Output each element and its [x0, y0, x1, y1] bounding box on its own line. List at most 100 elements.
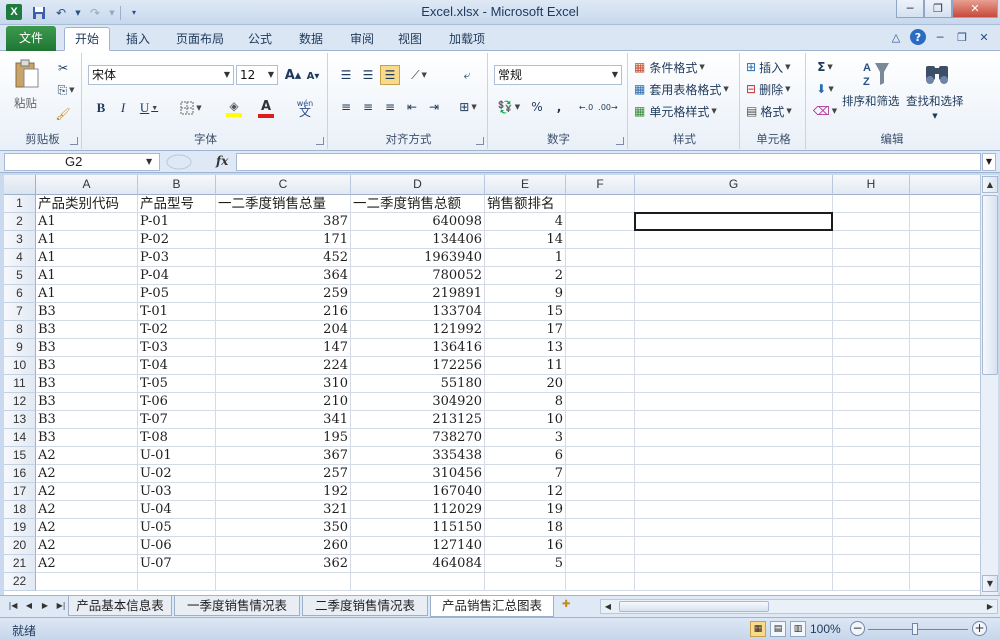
- grid-cell[interactable]: [910, 537, 980, 555]
- grid-cell[interactable]: [635, 375, 833, 393]
- grid-cell[interactable]: [833, 501, 910, 519]
- column-header-c[interactable]: C: [216, 175, 351, 195]
- table-data-cell[interactable]: A1: [36, 267, 138, 285]
- percent-style-button[interactable]: %: [528, 97, 546, 117]
- minimize-ribbon-icon[interactable]: △: [888, 29, 904, 45]
- zoom-in-icon[interactable]: +: [972, 621, 987, 636]
- column-header-b[interactable]: B: [138, 175, 216, 195]
- grid-cell[interactable]: [635, 501, 833, 519]
- bold-button[interactable]: B: [92, 99, 110, 117]
- tab-page-layout[interactable]: 页面布局: [168, 29, 232, 51]
- table-data-cell[interactable]: B3: [36, 411, 138, 429]
- grid-cell[interactable]: [833, 195, 910, 213]
- sort-filter-label[interactable]: 排序和筛选: [842, 93, 900, 109]
- grid-cell[interactable]: [566, 231, 635, 249]
- sort-filter-icon[interactable]: AZ: [858, 57, 894, 89]
- grid-cell[interactable]: [635, 483, 833, 501]
- format-as-table-button[interactable]: ▦ 套用表格格式 ▼: [634, 79, 740, 99]
- table-data-cell[interactable]: T-01: [138, 303, 216, 321]
- table-data-cell[interactable]: 310456: [351, 465, 485, 483]
- table-data-cell[interactable]: B3: [36, 321, 138, 339]
- conditional-formatting-button[interactable]: ▦ 条件格式 ▼: [634, 57, 738, 77]
- table-data-cell[interactable]: 219891: [351, 285, 485, 303]
- table-data-cell[interactable]: 6: [485, 447, 566, 465]
- grid-cell[interactable]: [566, 285, 635, 303]
- font-size-select[interactable]: 12 ▼: [236, 65, 278, 85]
- table-data-cell[interactable]: 55180: [351, 375, 485, 393]
- grid-cell[interactable]: [566, 213, 635, 231]
- column-header-i[interactable]: I: [910, 175, 980, 195]
- table-data-cell[interactable]: 171: [216, 231, 351, 249]
- table-data-cell[interactable]: 257: [216, 465, 351, 483]
- align-bottom-icon[interactable]: ☰: [380, 65, 400, 85]
- table-data-cell[interactable]: 133704: [351, 303, 485, 321]
- next-sheet-icon[interactable]: ▶: [38, 599, 52, 613]
- grid-cell[interactable]: [910, 285, 980, 303]
- row-header[interactable]: 4: [4, 249, 36, 267]
- grid-cell[interactable]: [216, 573, 351, 591]
- horizontal-scroll-thumb[interactable]: [619, 601, 769, 612]
- grid-cell[interactable]: [910, 231, 980, 249]
- row-header[interactable]: 9: [4, 339, 36, 357]
- table-data-cell[interactable]: 362: [216, 555, 351, 573]
- table-header-cell[interactable]: 一二季度销售总额: [351, 195, 485, 213]
- decrease-decimal-icon[interactable]: .00→: [598, 97, 618, 117]
- comma-style-button[interactable]: ,: [550, 97, 568, 117]
- grid-cell[interactable]: [833, 519, 910, 537]
- row-header[interactable]: 7: [4, 303, 36, 321]
- increase-indent-icon[interactable]: ⇥: [424, 97, 444, 117]
- column-header-h[interactable]: H: [833, 175, 910, 195]
- grid-cell[interactable]: [635, 213, 833, 231]
- table-data-cell[interactable]: U-06: [138, 537, 216, 555]
- orientation-icon[interactable]: ⟋ ▼: [406, 65, 432, 85]
- grid-cell[interactable]: [910, 339, 980, 357]
- tab-addins[interactable]: 加载项: [440, 29, 494, 51]
- table-data-cell[interactable]: 121992: [351, 321, 485, 339]
- table-data-cell[interactable]: 210: [216, 393, 351, 411]
- table-data-cell[interactable]: 350: [216, 519, 351, 537]
- table-data-cell[interactable]: 195: [216, 429, 351, 447]
- row-header[interactable]: 3: [4, 231, 36, 249]
- grid-cell[interactable]: [833, 339, 910, 357]
- grid-cell[interactable]: [910, 429, 980, 447]
- scroll-left-icon[interactable]: ◀: [601, 600, 615, 613]
- grid-cell[interactable]: [635, 555, 833, 573]
- grid-cell[interactable]: [833, 357, 910, 375]
- grid-cell[interactable]: [910, 447, 980, 465]
- table-data-cell[interactable]: P-01: [138, 213, 216, 231]
- grid-cell[interactable]: [833, 375, 910, 393]
- column-header-a[interactable]: A: [36, 175, 138, 195]
- find-select-icon[interactable]: [920, 57, 954, 89]
- horizontal-scrollbar[interactable]: ◀ ▶: [600, 599, 998, 614]
- grid-cell[interactable]: [833, 303, 910, 321]
- grow-font-button[interactable]: A ▴: [284, 65, 302, 85]
- help-icon[interactable]: ?: [910, 29, 926, 45]
- grid-cell[interactable]: [910, 573, 980, 591]
- insert-function-button[interactable]: fx: [216, 154, 228, 168]
- grid-cell[interactable]: [566, 411, 635, 429]
- grid-cell[interactable]: [910, 483, 980, 501]
- minimize-button[interactable]: ─: [896, 0, 924, 18]
- grid-cell[interactable]: [138, 573, 216, 591]
- insert-cells-button[interactable]: ⊞ 插入 ▼: [746, 57, 804, 77]
- table-data-cell[interactable]: 20: [485, 375, 566, 393]
- row-header[interactable]: 2: [4, 213, 36, 231]
- table-data-cell[interactable]: P-05: [138, 285, 216, 303]
- align-center-icon[interactable]: ≡: [358, 97, 378, 117]
- table-data-cell[interactable]: 3: [485, 429, 566, 447]
- font-name-select[interactable]: 宋体 ▼: [88, 65, 234, 85]
- grid-cell[interactable]: [566, 357, 635, 375]
- table-data-cell[interactable]: 10: [485, 411, 566, 429]
- table-data-cell[interactable]: B3: [36, 393, 138, 411]
- table-data-cell[interactable]: 5: [485, 555, 566, 573]
- decrease-indent-icon[interactable]: ⇤: [402, 97, 422, 117]
- row-header[interactable]: 21: [4, 555, 36, 573]
- table-data-cell[interactable]: 321: [216, 501, 351, 519]
- table-data-cell[interactable]: 136416: [351, 339, 485, 357]
- page-break-preview-icon[interactable]: ▥: [790, 621, 806, 637]
- tab-insert[interactable]: 插入: [116, 29, 160, 51]
- grid-cell[interactable]: [833, 411, 910, 429]
- insert-sheet-icon[interactable]: ✚: [562, 599, 578, 613]
- font-color-button[interactable]: A: [252, 97, 280, 119]
- grid-cell[interactable]: [566, 303, 635, 321]
